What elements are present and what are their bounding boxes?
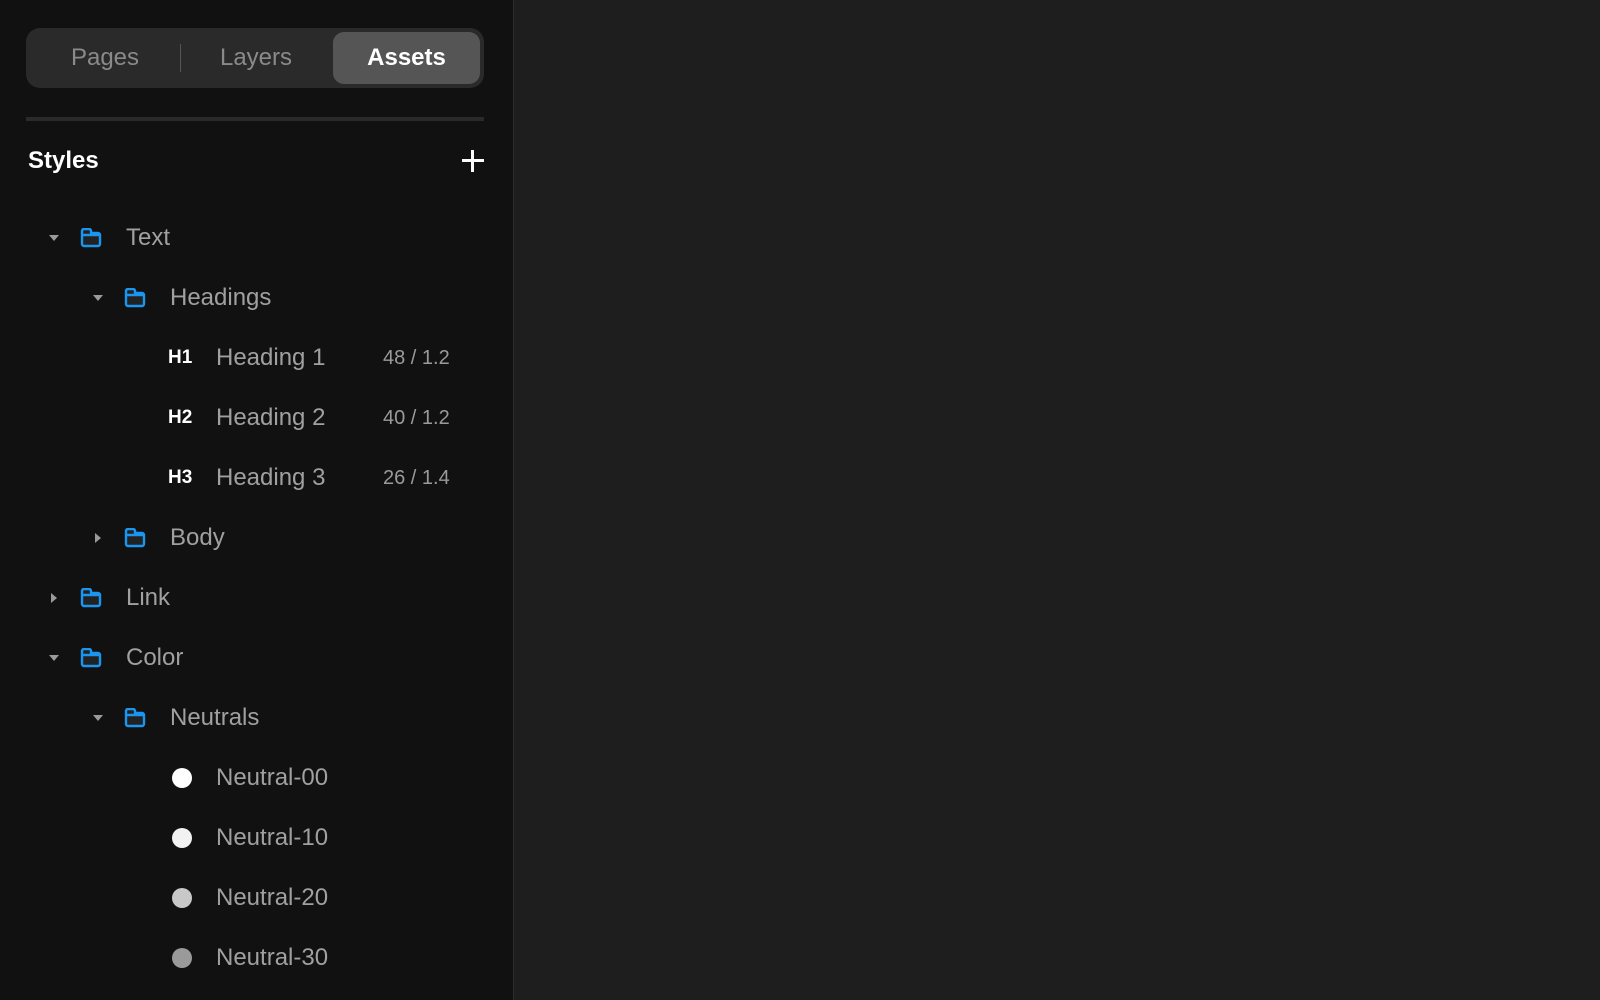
folder-icon [80,588,102,608]
heading-tag: H3 [168,467,193,488]
tree-item-headings[interactable]: Headings [0,278,500,318]
color-style-neutral-10[interactable]: Neutral-10 [0,818,500,858]
panel-tabs: Pages Layers Assets [26,28,484,88]
folder-icon [124,708,146,728]
color-swatch [172,888,192,908]
styles-title: Styles [28,147,99,174]
text-style-meta: 40 / 1.2 [383,406,450,429]
color-style-label: Neutral-20 [216,884,329,911]
color-style-neutral-00[interactable]: Neutral-00 [0,758,500,798]
folder-icon [124,288,146,308]
tree-item-label: Headings [170,284,272,311]
text-style-label: Heading 1 [216,344,326,371]
tab-assets[interactable]: Assets [333,32,480,84]
caret-down-icon[interactable] [91,711,105,725]
tree-item-link[interactable]: Link [0,578,500,618]
text-style-label: Heading 3 [216,464,326,491]
caret-right-icon[interactable] [91,531,105,545]
text-style-heading-1[interactable]: H1 Heading 1 48 / 1.2 [0,338,500,378]
caret-down-icon[interactable] [47,651,61,665]
tree-item-body[interactable]: Body [0,518,500,558]
color-style-label: Neutral-30 [216,944,329,971]
text-style-label: Heading 2 [216,404,326,431]
heading-tag: H2 [168,407,193,428]
styles-header: Styles [28,145,484,177]
tree-item-text[interactable]: Text [0,218,500,258]
tree-item-label: Text [126,224,171,251]
tree-item-label: Neutrals [170,704,260,731]
folder-icon [80,228,102,248]
caret-down-icon[interactable] [91,291,105,305]
heading-tag: H1 [168,347,193,368]
tree-item-label: Body [170,524,225,551]
assets-sidebar: Pages Layers Assets Styles Text Headings [0,0,514,1000]
tree-item-neutrals[interactable]: Neutrals [0,698,500,738]
text-style-meta: 48 / 1.2 [383,346,450,369]
color-swatch [172,768,192,788]
tree-item-color[interactable]: Color [0,638,500,678]
text-style-meta: 26 / 1.4 [383,466,450,489]
color-style-label: Neutral-10 [216,824,329,851]
section-divider [26,117,484,121]
color-style-label: Neutral-00 [216,764,329,791]
folder-icon [124,528,146,548]
folder-icon [80,648,102,668]
tab-layers[interactable]: Layers [181,32,331,84]
tab-pages[interactable]: Pages [30,32,180,84]
canvas-area[interactable] [514,0,1600,1000]
tree-item-label: Color [126,644,184,671]
color-swatch [172,828,192,848]
app: Pages Layers Assets Styles Text Headings [0,0,1600,1000]
caret-right-icon[interactable] [47,591,61,605]
text-style-heading-2[interactable]: H2 Heading 2 40 / 1.2 [0,398,500,438]
text-style-heading-3[interactable]: H3 Heading 3 26 / 1.4 [0,458,500,498]
color-style-neutral-20[interactable]: Neutral-20 [0,878,500,918]
color-swatch [172,948,192,968]
caret-down-icon[interactable] [47,231,61,245]
add-style-button[interactable] [462,150,484,172]
color-style-neutral-30[interactable]: Neutral-30 [0,938,500,978]
tree-item-label: Link [126,584,171,611]
